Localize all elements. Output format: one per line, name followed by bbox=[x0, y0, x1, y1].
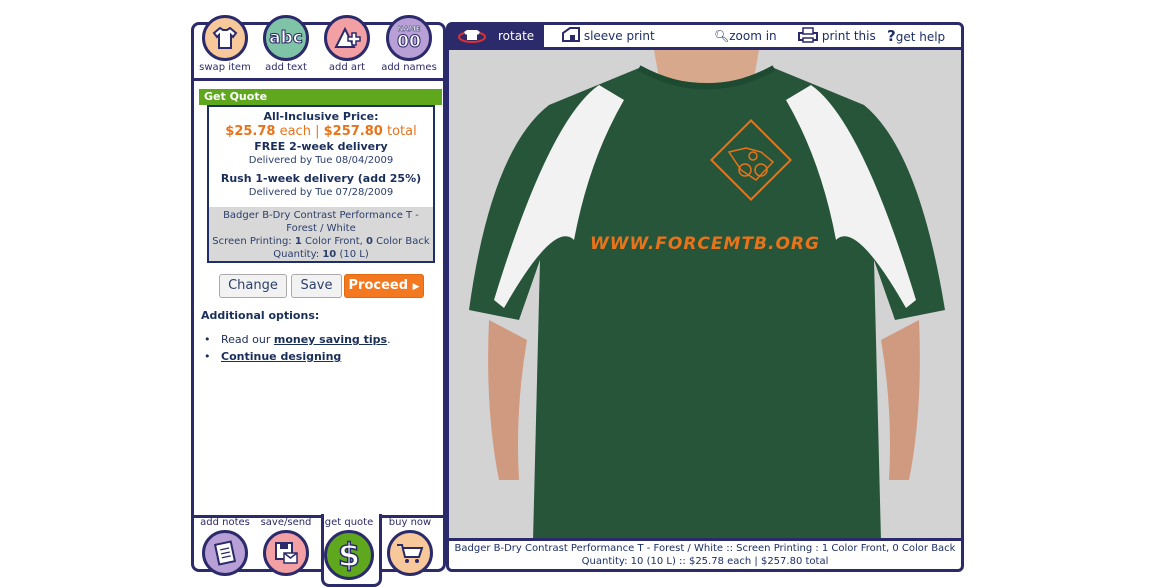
rush-delivery: Rush 1-week delivery (add 25%) bbox=[220, 172, 422, 185]
product-name-line2: Forest / White bbox=[286, 223, 356, 234]
money-saving-tips-link[interactable]: money saving tips bbox=[274, 333, 387, 346]
sleeve-print-button[interactable]: sleeve print bbox=[562, 25, 655, 47]
quantity-info: Quantity: 10 (10 L) bbox=[209, 248, 433, 261]
get-quote-label: get quote bbox=[324, 517, 374, 528]
summary-line1: Badger B-Dry Contrast Performance T - Fo… bbox=[454, 543, 956, 554]
summary-line2: Quantity: 10 (10 L) :: $25.78 each | $25… bbox=[581, 556, 829, 567]
proceed-button[interactable]: Proceed ▶ bbox=[344, 274, 424, 298]
right-arm bbox=[881, 320, 920, 480]
sleeve-icon bbox=[562, 27, 580, 42]
magnifier-icon: 🔍︎ bbox=[714, 29, 730, 43]
rotate-icon bbox=[458, 30, 486, 43]
logo-text: WWW.FORCEMTB.ORG bbox=[590, 234, 820, 254]
continue-designing-link[interactable]: Continue designing bbox=[221, 350, 341, 363]
get-help-button[interactable]: ?get help bbox=[887, 25, 945, 47]
total-price: $257.80 bbox=[323, 124, 383, 139]
save-button[interactable]: Save bbox=[291, 274, 342, 298]
proceed-label: Proceed bbox=[348, 278, 409, 293]
printer-icon bbox=[798, 27, 818, 43]
divider bbox=[194, 78, 443, 81]
price-label: All-Inclusive Price: bbox=[263, 110, 379, 123]
design-canvas[interactable]: WWW.FORCEMTB.ORG bbox=[449, 50, 961, 541]
price-line: $25.78 each | $257.80 total bbox=[209, 124, 433, 140]
text-abc-icon: abc bbox=[263, 15, 309, 61]
right-panel: rotate sleeve print 🔍︎zoom in print this… bbox=[446, 22, 964, 572]
quantity-value: 10 bbox=[322, 249, 337, 260]
front-label: Color Front, bbox=[305, 236, 363, 247]
dollar-icon: $ bbox=[324, 530, 374, 580]
add-names-tool[interactable]: NAME 00 add names bbox=[380, 15, 438, 73]
add-notes-label: add notes bbox=[200, 517, 250, 528]
back-count: 0 bbox=[365, 236, 373, 247]
get-help-label: get help bbox=[895, 30, 946, 44]
read-prefix: Read our bbox=[221, 333, 271, 346]
each-label: each bbox=[279, 124, 311, 139]
print-this-button[interactable]: print this bbox=[798, 25, 876, 47]
print-this-label: print this bbox=[821, 29, 876, 43]
add-text-tool[interactable]: abc add text bbox=[257, 15, 315, 73]
save-send-label: save/send bbox=[260, 517, 312, 528]
sleeve-print-label: sleeve print bbox=[583, 29, 655, 43]
floppy-disk-icon bbox=[263, 530, 309, 576]
free-delivery: FREE 2-week delivery bbox=[254, 140, 388, 153]
notepad-icon bbox=[202, 530, 248, 576]
options-list: Read our money saving tips. Continue des… bbox=[204, 331, 391, 365]
rotate-button[interactable]: rotate bbox=[449, 25, 544, 47]
add-names-label: add names bbox=[381, 62, 437, 73]
front-count: 1 bbox=[294, 236, 302, 247]
swap-item-tool[interactable]: swap item bbox=[196, 15, 254, 73]
read-suffix: . bbox=[387, 333, 391, 346]
rotate-label: rotate bbox=[498, 29, 535, 43]
quantity-label: Quantity: bbox=[273, 249, 320, 260]
rush-delivery-date: Delivered by Tue 07/28/2009 bbox=[248, 187, 394, 198]
free-delivery-date: Delivered by Tue 08/04/2009 bbox=[248, 155, 394, 166]
add-art-label: add art bbox=[328, 62, 366, 73]
quote-box: All-Inclusive Price: $25.78 each | $257.… bbox=[207, 105, 435, 263]
quote-product-info: Badger B-Dry Contrast Performance T - Fo… bbox=[209, 207, 433, 261]
get-quote-tool[interactable]: get quote $ bbox=[320, 516, 378, 580]
add-art-icon bbox=[324, 15, 370, 61]
total-label: total bbox=[386, 124, 417, 139]
list-item: Read our money saving tips. bbox=[204, 331, 391, 348]
top-tools: swap item abc add text add art NAME 00 a… bbox=[194, 15, 443, 80]
get-quote-header: Get Quote bbox=[199, 89, 442, 105]
buy-now-label: buy now bbox=[388, 517, 432, 528]
design-toolbar: rotate sleeve print 🔍︎zoom in print this… bbox=[449, 25, 961, 50]
name-number-icon: NAME 00 bbox=[386, 15, 432, 61]
product-summary: Badger B-Dry Contrast Performance T - Fo… bbox=[449, 538, 961, 569]
left-arm bbox=[488, 320, 527, 480]
zoom-in-button[interactable]: 🔍︎zoom in bbox=[714, 25, 777, 47]
additional-options-title: Additional options: bbox=[201, 309, 320, 322]
add-text-label: add text bbox=[265, 62, 307, 73]
save-send-tool[interactable]: save/send bbox=[257, 516, 315, 576]
swap-item-label: swap item bbox=[199, 62, 251, 73]
shirt-body bbox=[469, 68, 945, 541]
product-name-line1: Badger B-Dry Contrast Performance T - bbox=[223, 210, 419, 221]
question-mark-icon: ? bbox=[887, 27, 896, 45]
add-art-tool[interactable]: add art bbox=[318, 15, 376, 73]
printing-info: Screen Printing: 1 Color Front, 0 Color … bbox=[209, 235, 433, 248]
price-separator: | bbox=[315, 124, 320, 139]
each-price: $25.78 bbox=[225, 124, 276, 139]
back-label: Color Back bbox=[376, 236, 430, 247]
shopping-cart-icon bbox=[387, 530, 433, 576]
quantity-detail: (10 L) bbox=[339, 249, 369, 260]
buy-now-tool[interactable]: buy now bbox=[381, 516, 439, 576]
left-panel: swap item abc add text add art NAME 00 a… bbox=[191, 15, 446, 587]
shirt-icon bbox=[202, 15, 248, 61]
zoom-in-label: zoom in bbox=[729, 29, 777, 43]
list-item: Continue designing bbox=[204, 348, 391, 365]
arrow-right-icon: ▶ bbox=[412, 282, 420, 292]
printing-label: Screen Printing: bbox=[212, 236, 292, 247]
add-notes-tool[interactable]: add notes bbox=[196, 516, 254, 576]
change-button[interactable]: Change bbox=[219, 274, 287, 298]
tshirt-preview: WWW.FORCEMTB.ORG bbox=[469, 50, 945, 541]
